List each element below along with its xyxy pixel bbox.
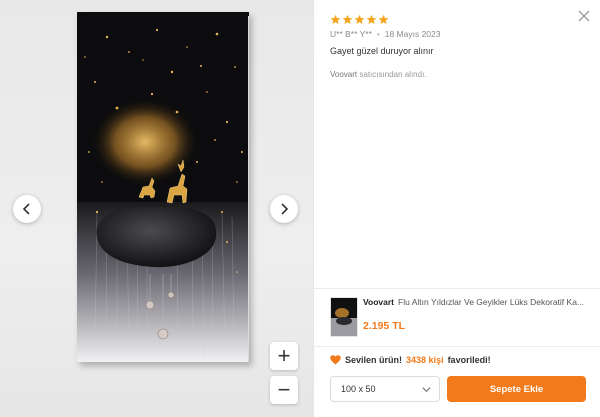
painting-artwork bbox=[77, 12, 249, 362]
star-icon bbox=[330, 14, 341, 25]
painting-edge bbox=[248, 16, 249, 362]
zoom-in-button[interactable]: + bbox=[270, 342, 298, 370]
favorite-prefix: Sevilen ürün! bbox=[345, 355, 403, 365]
star-icon bbox=[354, 14, 365, 25]
heart-icon bbox=[330, 355, 341, 365]
product-thumbnail[interactable] bbox=[330, 297, 358, 337]
chevron-right-icon bbox=[281, 203, 289, 215]
review-author: U** B** Y** bbox=[330, 29, 372, 39]
favorite-suffix: favoriledi! bbox=[447, 355, 491, 365]
product-brand: Voovart bbox=[363, 297, 395, 307]
review-date: 18 Mayıs 2023 bbox=[384, 29, 441, 39]
divider bbox=[314, 346, 600, 347]
size-select[interactable]: 100 x 50 bbox=[330, 376, 440, 402]
review-panel: U** B** Y** • 18 Mayıs 2023 Gayet güzel … bbox=[313, 0, 600, 417]
meta-separator: • bbox=[376, 29, 380, 39]
image-viewer: + − bbox=[0, 0, 313, 417]
seller-suffix: satıcısından alındı. bbox=[359, 70, 427, 79]
product-name: Flu Altın Yıldızlar Ve Geyikler Lüks Dek… bbox=[398, 297, 585, 307]
star-icon bbox=[378, 14, 389, 25]
chevron-down-icon bbox=[422, 387, 431, 393]
review-meta: U** B** Y** • 18 Mayıs 2023 bbox=[330, 29, 440, 39]
favorite-banner: Sevilen ürün! 3438 kişi favoriledi! bbox=[330, 355, 491, 365]
star-icon bbox=[342, 14, 353, 25]
product-photo bbox=[77, 12, 249, 362]
product-price: 2.195 TL bbox=[363, 320, 406, 332]
review-comment: Gayet güzel duruyor alınır bbox=[330, 46, 434, 56]
review-seller: Voovart satıcısından alındı. bbox=[330, 70, 427, 79]
close-icon[interactable] bbox=[577, 9, 591, 23]
size-select-value: 100 x 50 bbox=[341, 384, 376, 394]
product-title[interactable]: Voovart Flu Altın Yıldızlar Ve Geyikler L… bbox=[363, 297, 591, 307]
favorite-count: 3438 kişi bbox=[406, 355, 444, 365]
star-icon bbox=[366, 14, 377, 25]
product-thumbnail-image bbox=[331, 298, 357, 336]
next-image-button[interactable] bbox=[270, 195, 298, 223]
add-to-cart-button[interactable]: Sepete Ekle bbox=[447, 376, 586, 402]
divider bbox=[314, 288, 600, 289]
previous-image-button[interactable] bbox=[13, 195, 41, 223]
chevron-left-icon bbox=[22, 203, 30, 215]
review-rating bbox=[330, 14, 389, 25]
zoom-out-button[interactable]: − bbox=[270, 376, 298, 404]
seller-name[interactable]: Voovart bbox=[330, 70, 357, 79]
